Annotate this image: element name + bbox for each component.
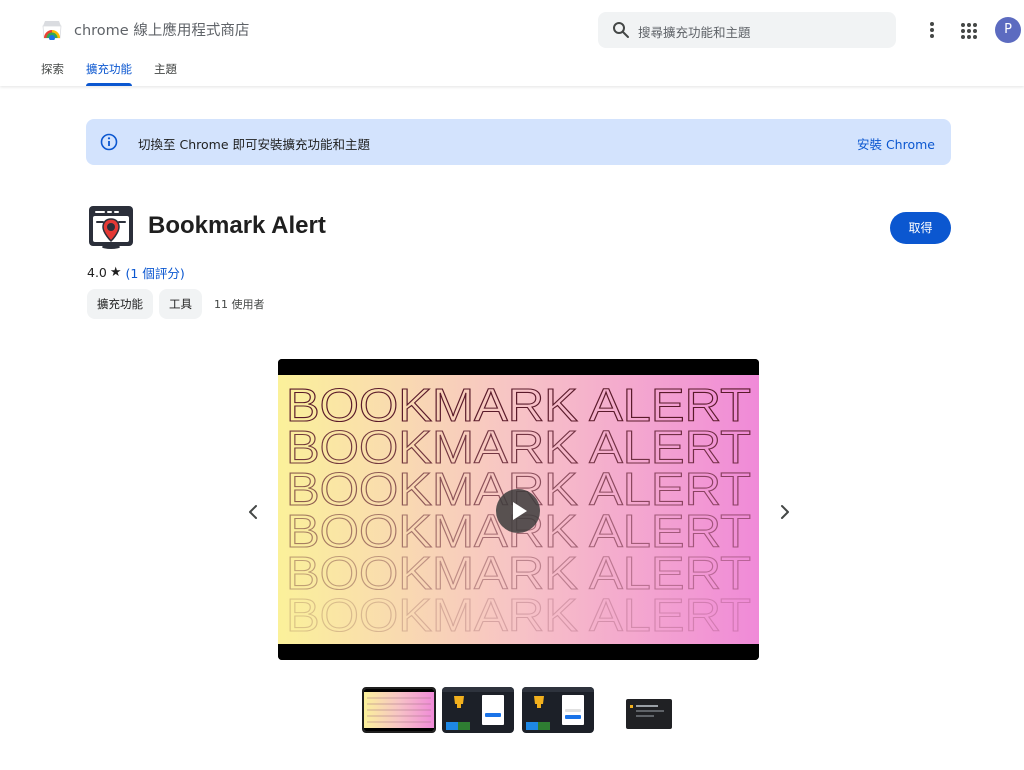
thumbnail-3-image bbox=[522, 687, 594, 733]
thumbnail-2[interactable] bbox=[442, 687, 514, 733]
extension-title: Bookmark Alert bbox=[148, 212, 326, 239]
store-brand-title[interactable]: chrome 線上應用程式商店 bbox=[74, 19, 249, 40]
category-tabs: 探索 擴充功能 主題 bbox=[30, 56, 188, 86]
thumbnail-1[interactable] bbox=[362, 687, 436, 733]
video-player[interactable]: BOOKMARK ALERT BOOKMARK ALERT BOOKMARK ALE… bbox=[278, 359, 759, 660]
chip-extension-category[interactable]: 擴充功能 bbox=[87, 289, 153, 319]
rating-value: 4.0 bbox=[87, 265, 107, 280]
chrome-web-store-logo[interactable] bbox=[40, 18, 64, 40]
thumbnail-4[interactable] bbox=[624, 687, 674, 733]
tab-discover[interactable]: 探索 bbox=[30, 56, 75, 86]
play-button[interactable] bbox=[496, 489, 540, 533]
thumbnail-2-image bbox=[442, 687, 514, 733]
top-header: chrome 線上應用程式商店 搜尋擴充功能和主題 P 探索 擴充功能 主題 bbox=[0, 0, 1024, 86]
install-chrome-link[interactable]: 安裝 Chrome bbox=[857, 134, 935, 153]
banner-message: 切換至 Chrome 即可安裝擴充功能和主題 bbox=[138, 137, 370, 152]
account-avatar[interactable]: P bbox=[995, 17, 1021, 43]
thumbnail-4-image bbox=[624, 687, 674, 733]
thumbnail-1-image bbox=[364, 689, 434, 731]
extension-icon bbox=[89, 206, 133, 249]
info-icon bbox=[100, 133, 118, 151]
search-icon bbox=[613, 22, 629, 38]
thumbnail-3[interactable] bbox=[522, 687, 594, 733]
chevron-left-icon[interactable] bbox=[245, 502, 261, 522]
search-box[interactable]: 搜尋擴充功能和主題 bbox=[598, 12, 896, 48]
install-chrome-banner: 切換至 Chrome 即可安裝擴充功能和主題 安裝 Chrome bbox=[86, 119, 951, 165]
tab-extensions[interactable]: 擴充功能 bbox=[75, 56, 143, 86]
item-chips: 擴充功能 工具 11 使用者 bbox=[87, 289, 265, 319]
bookmark-alert-text-row: BOOKMARK ALERT bbox=[286, 589, 751, 641]
rating-count-link[interactable]: (1 個評分) bbox=[126, 263, 185, 282]
chip-tools-category[interactable]: 工具 bbox=[159, 289, 202, 319]
tab-themes[interactable]: 主題 bbox=[143, 56, 188, 86]
get-extension-button[interactable]: 取得 bbox=[890, 212, 951, 244]
play-icon bbox=[513, 502, 527, 520]
chevron-right-icon[interactable] bbox=[777, 502, 793, 522]
apps-grid-icon[interactable] bbox=[958, 20, 980, 42]
more-vert-icon[interactable] bbox=[922, 18, 942, 42]
rating-summary: 4.0 ★ (1 個評分) bbox=[87, 263, 185, 282]
search-input[interactable]: 搜尋擴充功能和主題 bbox=[638, 22, 751, 41]
user-count: 11 使用者 bbox=[214, 298, 265, 311]
star-icon: ★ bbox=[109, 265, 122, 280]
